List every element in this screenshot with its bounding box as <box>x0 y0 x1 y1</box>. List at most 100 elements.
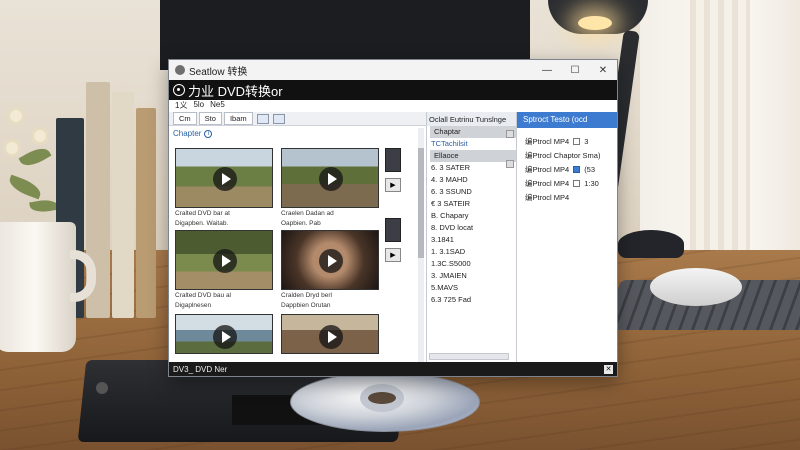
menu-item[interactable]: 5lo <box>193 100 204 112</box>
minimize-button[interactable]: — <box>533 60 561 80</box>
lamp-bulb <box>578 16 612 30</box>
chapter-caption: Cralted DVD bau al <box>175 292 231 299</box>
output-value: 3 <box>584 136 589 146</box>
chapter-thumbnail[interactable] <box>175 230 273 290</box>
output-row[interactable]: 编Ptrocl MP4 1:30 <box>517 176 617 190</box>
preview-thumbnail[interactable] <box>385 148 401 172</box>
chapter-caption: Oapbien. Pab <box>281 220 321 227</box>
scroll-down-icon[interactable] <box>506 160 514 168</box>
list-item[interactable]: € 3 SATEIR <box>427 198 516 210</box>
chapter-caption: Digaplnesen <box>175 302 212 309</box>
doc-icon[interactable] <box>573 137 581 145</box>
chapter-caption: Craelen Dadan ad <box>281 210 334 217</box>
tab[interactable]: Sto <box>198 112 222 125</box>
scroll-up-icon[interactable] <box>506 130 514 138</box>
play-icon[interactable] <box>213 325 237 349</box>
chapter-label: Chapter <box>173 129 202 138</box>
output-row[interactable]: 编Ptrocl MP4 <box>517 190 617 204</box>
chapter-thumbnail[interactable] <box>175 314 273 354</box>
list-item[interactable]: 5.MAVS <box>427 282 516 294</box>
play-icon[interactable] <box>213 167 237 191</box>
output-row[interactable]: 编Ptrocl Chaptor Sma) <box>517 148 617 162</box>
output-settings-pane: Sptroct Testo (ocd 编Ptrocl MP4 3 编Ptrocl C… <box>517 112 617 364</box>
main-area: Cm Sto Ibam Chapter i Cralted DVD bar at… <box>169 112 617 366</box>
list-item[interactable]: 6. 3 SATER <box>427 162 516 174</box>
output-row[interactable]: 编Ptrocl MP4 3 <box>517 134 617 148</box>
list-item[interactable]: 3.1841 <box>427 234 516 246</box>
chapter-card[interactable]: Craelen Dadan ad Oapbien. Pab <box>281 148 379 228</box>
output-value: 1:30 <box>584 178 599 188</box>
maximize-button[interactable]: ☐ <box>561 60 589 80</box>
blue-square-icon[interactable] <box>573 165 581 173</box>
chapter-thumbnail[interactable] <box>175 148 273 208</box>
drive-eject-button <box>96 382 108 394</box>
close-button[interactable]: ✕ <box>589 60 617 80</box>
chapter-card[interactable] <box>281 314 379 354</box>
menu-bar: 1义 5lo Ne5 <box>169 100 617 112</box>
chapter-card[interactable] <box>175 314 273 354</box>
output-header: Sptroct Testo (ocd <box>517 112 617 128</box>
chapter-caption: Cralden Dryd berl <box>281 292 332 299</box>
tab[interactable]: Ibam <box>223 112 253 125</box>
chapter-caption: Dappbien Orutan <box>281 302 331 309</box>
play-icon[interactable] <box>319 249 343 273</box>
chapter-thumbnail[interactable] <box>281 314 379 354</box>
play-icon[interactable] <box>213 249 237 273</box>
info-icon[interactable]: i <box>204 129 213 138</box>
chapter-card[interactable]: Cralted DVD bau al Digaplnesen <box>175 230 273 310</box>
curtain <box>690 0 750 260</box>
chapter-pane: Cm Sto Ibam Chapter i Cralted DVD bar at… <box>169 112 427 366</box>
chapter-thumbnail[interactable] <box>281 148 379 208</box>
play-arrow-icon[interactable]: ▶ <box>385 248 401 262</box>
title-bar: Seatlow 转换 — ☐ ✕ <box>169 60 617 80</box>
menu-item[interactable]: Ne5 <box>210 100 225 112</box>
tab[interactable]: Cm <box>173 112 197 125</box>
output-format-label: 编Ptrocl MP4 <box>525 164 570 174</box>
output-format-label: 编Ptrocl MP4 <box>525 192 570 202</box>
list-item[interactable]: Ellaoce <box>430 150 516 162</box>
list-item[interactable]: 1. 3.1SAD <box>427 246 516 258</box>
chapter-caption: Cralted DVD bar at <box>175 210 230 217</box>
tab-bar: Cm Sto Ibam <box>169 112 426 126</box>
status-close-icon[interactable]: ✕ <box>604 364 613 374</box>
app-name: 力业 DVD转换or <box>188 83 283 99</box>
status-text: DV3_ DVD Ner <box>173 364 228 374</box>
chapter-thumbnail[interactable] <box>281 230 379 290</box>
computer-mouse <box>650 268 742 306</box>
output-format-label: 编Ptrocl MP4 <box>525 136 570 146</box>
coffee-mug <box>0 222 76 352</box>
disc-center <box>368 392 396 404</box>
preview-strip: ▶ ▶ <box>385 148 403 288</box>
preview-thumbnail[interactable] <box>385 218 401 242</box>
horizontal-scrollbar[interactable] <box>429 353 509 360</box>
dvd-converter-window: Seatlow 转换 — ☐ ✕ 力业 DVD转换or 1义 5lo Ne5 C… <box>168 59 618 377</box>
list-item[interactable]: 6.3 725 Fad <box>427 294 516 306</box>
image-icon[interactable] <box>256 113 269 124</box>
list-header: Oclall Eutrinu Tunslnge <box>427 112 516 126</box>
chapter-card[interactable]: Cralted DVD bar at Digapben. Waitab. <box>175 148 273 228</box>
chapter-card[interactable]: Cralden Dryd berl Dappbien Orutan <box>281 230 379 310</box>
play-arrow-icon[interactable]: ▶ <box>385 178 401 192</box>
play-icon[interactable] <box>319 325 343 349</box>
chapter-list-pane: Oclall Eutrinu Tunslnge Chaptar TCTachils… <box>427 112 517 364</box>
list-item[interactable]: 4. 3 MAHD <box>427 174 516 186</box>
list-item[interactable]: 6. 3 SSUND <box>427 186 516 198</box>
status-bar: DV3_ DVD Ner ✕ <box>169 362 617 376</box>
vertical-scrollbar[interactable] <box>418 128 424 366</box>
menu-item[interactable]: 1义 <box>175 100 187 112</box>
scrollbar-thumb[interactable] <box>418 148 424 258</box>
play-icon[interactable] <box>319 167 343 191</box>
list-item[interactable]: B. Chapary <box>427 210 516 222</box>
grid-view-icon[interactable] <box>272 113 285 124</box>
list-item[interactable]: TCTachilsit <box>427 138 516 150</box>
list-item[interactable]: 3. JMAIEN <box>427 270 516 282</box>
output-row[interactable]: 编Ptrocl MP4 (53 <box>517 162 617 176</box>
output-value: (53 <box>584 164 596 174</box>
chapter-caption: Digapben. Waitab. <box>175 220 229 227</box>
list-item[interactable]: 8. DVD locat <box>427 222 516 234</box>
list-item[interactable]: Chaptar <box>430 126 516 138</box>
checkbox-icon[interactable] <box>573 179 581 187</box>
list-item[interactable]: 1.3C.S5000 <box>427 258 516 270</box>
output-list: 编Ptrocl MP4 3 编Ptrocl Chaptor Sma) 编Ptrocl … <box>517 134 617 204</box>
output-format-label: 编Ptrocl MP4 <box>525 178 570 188</box>
